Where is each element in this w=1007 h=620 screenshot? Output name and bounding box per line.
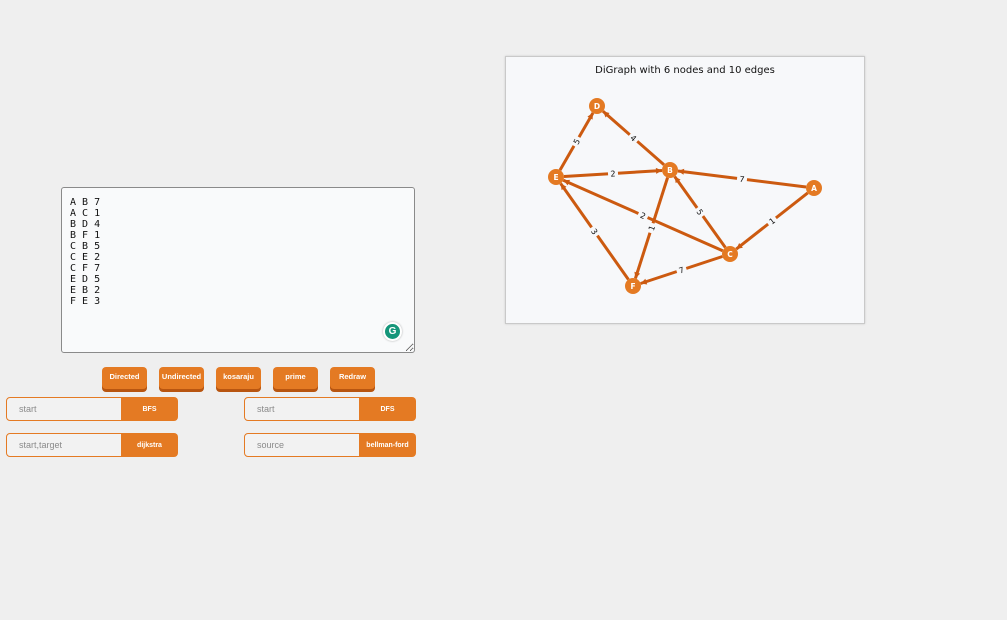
prime-button[interactable]: prime [273, 367, 318, 389]
graph-arrowhead-E-B [655, 167, 663, 174]
graph-edge-label-group: 1 [645, 221, 658, 235]
redraw-button[interactable]: Redraw [330, 367, 375, 389]
dfs-button[interactable]: DFS [359, 397, 416, 421]
graph-panel: DiGraph with 6 nodes and 10 edges 714152… [505, 56, 865, 324]
kosaraju-button[interactable]: kosaraju [216, 367, 261, 389]
bellman-ford-button[interactable]: bellman-ford [359, 433, 416, 457]
edge-list-textarea[interactable]: A B 7 A C 1 B D 4 B F 1 C B 5 C E 2 C F … [61, 187, 415, 353]
graph-edge-label-group: 2 [636, 208, 650, 223]
graph-edge-label-group: 7 [675, 263, 688, 277]
graph-node-label-A: A [811, 184, 817, 193]
bellman-source-input[interactable] [244, 433, 360, 457]
undirected-button[interactable]: Undirected [159, 367, 204, 389]
directed-button[interactable]: Directed [102, 367, 147, 389]
graph-node-label-B: B [667, 166, 673, 175]
graph-edge-label-group: 7 [736, 173, 748, 185]
grammarly-icon[interactable]: G [383, 322, 402, 341]
graph-node-label-D: D [594, 102, 600, 111]
graph-node-label-C: C [727, 250, 733, 259]
graph-node-label-E: E [553, 173, 558, 182]
dfs-start-input[interactable] [244, 397, 360, 421]
grammarly-glyph: G [385, 324, 400, 339]
dijkstra-button[interactable]: dijkstra [121, 433, 178, 457]
bfs-start-input[interactable] [6, 397, 122, 421]
dijkstra-input[interactable] [6, 433, 122, 457]
bfs-button[interactable]: BFS [121, 397, 178, 421]
graph-node-label-F: F [630, 282, 635, 291]
graph-canvas: 7141527523ABCDEF [548, 98, 822, 294]
graph-edge-weight-E-B: 2 [610, 169, 616, 178]
graph-edge-label-group: 2 [607, 168, 619, 179]
graph-edge-label-group: 5 [569, 134, 584, 149]
